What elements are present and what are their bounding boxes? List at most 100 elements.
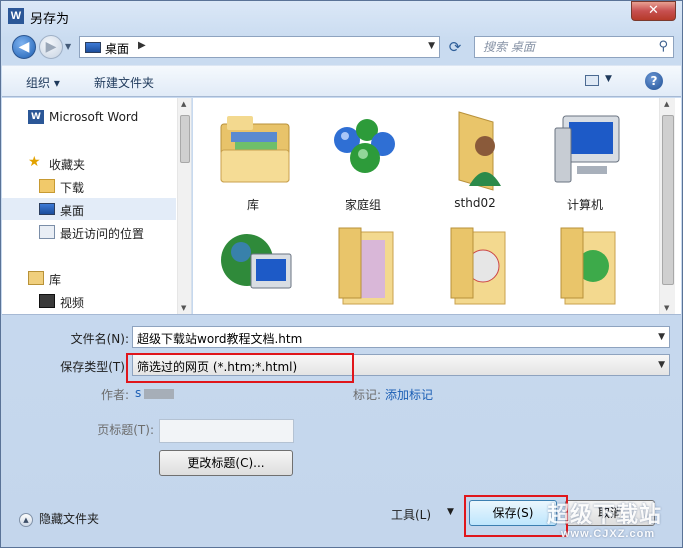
filename-value[interactable]: 超级下载站word教程文档.htm bbox=[137, 330, 302, 347]
word-icon: W bbox=[28, 110, 44, 124]
breadcrumb-desktop[interactable]: 桌面 bbox=[105, 40, 129, 57]
folder-icon bbox=[338, 227, 394, 305]
sidebar-item-label: 下载 bbox=[60, 181, 85, 195]
page-title-field[interactable] bbox=[159, 419, 294, 443]
file-item-computer[interactable]: 计算机 bbox=[533, 100, 637, 212]
star-icon: ★ bbox=[28, 154, 41, 170]
tools-dropdown-icon: ▼ bbox=[447, 507, 454, 517]
search-box[interactable]: ⚲ bbox=[474, 36, 674, 58]
tags-label: 标记: bbox=[352, 388, 381, 402]
user-folder-icon bbox=[458, 111, 501, 191]
filename-field[interactable]: 超级下载站word教程文档.htm ▼ bbox=[132, 326, 670, 348]
desktop-icon bbox=[39, 203, 55, 215]
change-title-button[interactable]: 更改标题(C)... bbox=[159, 450, 293, 476]
file-item-label: 家庭组 bbox=[344, 198, 381, 212]
sidebar-item-label: 库 bbox=[49, 273, 62, 287]
file-list: 库 家庭组 sthd02 计算机 ▲ ▼ bbox=[193, 98, 681, 314]
file-item-homegroup[interactable]: 家庭组 bbox=[311, 100, 415, 212]
search-input[interactable] bbox=[483, 39, 653, 55]
page-title-label: 页标题(T): bbox=[97, 423, 154, 437]
network-icon bbox=[221, 234, 292, 289]
hide-folders-button[interactable]: ▲ 隐藏文件夹 bbox=[19, 510, 99, 527]
author-value[interactable]: s bbox=[135, 386, 141, 400]
scroll-thumb[interactable] bbox=[662, 115, 674, 285]
watermark-url: www.CJXZ.com bbox=[561, 528, 656, 540]
address-row: ◀ ▶ ▼ 桌面 ▶ ▼ ⟳ ⚲ bbox=[1, 32, 682, 62]
save-as-dialog: W 另存为 ✕ ◀ ▶ ▼ 桌面 ▶ ▼ ⟳ ⚲ 组织 ▾ 新建文件夹 ▼ ? … bbox=[0, 0, 683, 548]
scroll-up-icon[interactable]: ▲ bbox=[664, 100, 669, 108]
file-item-folder[interactable] bbox=[533, 212, 637, 314]
view-icon[interactable] bbox=[585, 75, 599, 86]
folder-icon bbox=[450, 227, 506, 305]
close-button[interactable]: ✕ bbox=[631, 1, 676, 21]
address-bar[interactable]: 桌面 ▶ ▼ bbox=[79, 36, 440, 58]
author-label: 作者: bbox=[100, 388, 129, 402]
title-bar: W 另存为 ✕ bbox=[1, 1, 682, 31]
command-toolbar: 组织 ▾ 新建文件夹 ▼ ? bbox=[2, 65, 681, 97]
sidebar-item-favorites[interactable]: ★ 收藏夹 bbox=[2, 152, 176, 174]
recent-places-icon bbox=[39, 225, 55, 239]
file-item-libraries[interactable]: 库 bbox=[201, 100, 305, 212]
pane-divider bbox=[2, 314, 681, 315]
address-dropdown-icon[interactable]: ▼ bbox=[428, 41, 435, 51]
view-dropdown-icon[interactable]: ▼ bbox=[605, 74, 612, 84]
scroll-thumb[interactable] bbox=[180, 115, 190, 163]
filename-label: 文件名(N): bbox=[70, 332, 129, 346]
watermark-logo: 超级下载站 www.CJXZ.com bbox=[541, 495, 681, 547]
dialog-title: 另存为 bbox=[30, 12, 70, 27]
organize-button[interactable]: 组织 ▾ bbox=[26, 74, 60, 91]
video-icon bbox=[39, 294, 55, 308]
file-item-label: 计算机 bbox=[566, 198, 603, 212]
file-item-folder[interactable] bbox=[311, 212, 415, 314]
history-dropdown-icon[interactable]: ▼ bbox=[65, 42, 71, 51]
new-folder-button[interactable]: 新建文件夹 bbox=[94, 74, 154, 91]
sidebar-item-microsoft-word[interactable]: W Microsoft Word bbox=[2, 106, 176, 128]
homegroup-icon bbox=[334, 119, 395, 173]
savetype-dropdown-icon[interactable]: ▼ bbox=[658, 360, 665, 370]
nav-scrollbar[interactable]: ▲ ▼ bbox=[177, 98, 191, 314]
tools-label: 工具(L) bbox=[391, 508, 432, 522]
sidebar-item-label: 桌面 bbox=[60, 204, 85, 218]
file-item-label: 库 bbox=[246, 198, 259, 212]
sidebar-item-downloads[interactable]: 下载 bbox=[2, 175, 176, 197]
navigation-pane: W Microsoft Word ★ 收藏夹 下载 桌面 最近访问的位置 库 视… bbox=[2, 98, 192, 314]
forward-button[interactable]: ▶ bbox=[39, 35, 63, 59]
scroll-down-icon[interactable]: ▼ bbox=[664, 304, 669, 312]
watermark-text: 超级下载站 bbox=[547, 503, 663, 528]
filename-dropdown-icon[interactable]: ▼ bbox=[658, 332, 665, 342]
collapse-icon: ▲ bbox=[19, 512, 33, 527]
file-item-network[interactable] bbox=[201, 212, 305, 314]
folder-icon bbox=[560, 227, 616, 305]
sidebar-item-recent-places[interactable]: 最近访问的位置 bbox=[2, 221, 176, 243]
savetype-label: 保存类型(T): bbox=[60, 360, 129, 374]
scroll-down-icon[interactable]: ▼ bbox=[181, 304, 186, 312]
desktop-icon bbox=[85, 42, 101, 53]
add-tags-link[interactable]: 添加标记 bbox=[385, 386, 433, 403]
breadcrumb-separator-icon[interactable]: ▶ bbox=[138, 40, 146, 51]
tools-button[interactable]: 工具(L) ▼ bbox=[391, 506, 454, 523]
library-folder-icon bbox=[220, 116, 290, 183]
file-item-folder[interactable] bbox=[423, 212, 527, 314]
sidebar-item-label: 最近访问的位置 bbox=[60, 227, 145, 241]
sidebar-item-label: Microsoft Word bbox=[49, 110, 139, 124]
hide-folders-label: 隐藏文件夹 bbox=[39, 512, 100, 526]
file-item-label: sthd02 bbox=[454, 196, 496, 210]
content-scrollbar[interactable]: ▲ ▼ bbox=[659, 98, 675, 314]
back-button[interactable]: ◀ bbox=[12, 35, 36, 59]
computer-icon bbox=[554, 115, 620, 183]
word-app-icon: W bbox=[8, 8, 24, 24]
download-folder-icon bbox=[39, 179, 55, 193]
redacted-author bbox=[144, 389, 174, 399]
refresh-icon[interactable]: ⟳ bbox=[445, 38, 465, 56]
library-icon bbox=[28, 271, 44, 285]
scroll-up-icon[interactable]: ▲ bbox=[181, 100, 186, 108]
help-icon[interactable]: ? bbox=[645, 72, 663, 90]
file-item-user-folder[interactable]: sthd02 bbox=[423, 100, 527, 212]
sidebar-item-label: 收藏夹 bbox=[49, 158, 86, 172]
highlight-box bbox=[126, 353, 354, 383]
sidebar-item-label: 视频 bbox=[60, 296, 85, 310]
search-icon[interactable]: ⚲ bbox=[658, 39, 668, 54]
sidebar-item-videos[interactable]: 视频 bbox=[2, 290, 176, 312]
sidebar-item-desktop[interactable]: 桌面 bbox=[2, 198, 176, 220]
sidebar-item-libraries[interactable]: 库 bbox=[2, 267, 176, 289]
